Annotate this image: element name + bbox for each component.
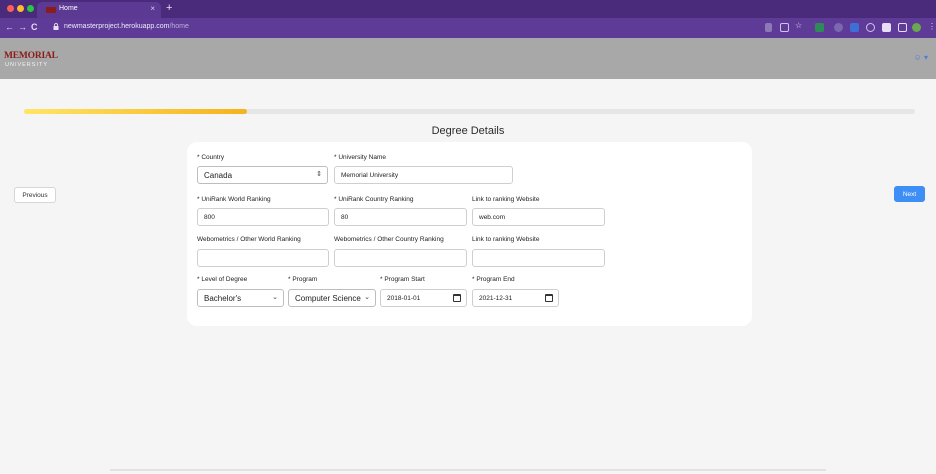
profile-avatar-icon[interactable] [912, 23, 921, 32]
program-end-date-input[interactable]: 2021-12-31 [472, 289, 559, 307]
bottom-divider [110, 469, 826, 471]
webometrics-world-label: Webometrics / Other World Ranking [197, 236, 301, 243]
previous-button[interactable]: Previous [14, 187, 56, 203]
new-tab-button[interactable]: + [166, 2, 172, 14]
app-header: MEMORIAL UNIVERSITY ☺ ▾ [0, 38, 936, 79]
url-field[interactable]: newmasterproject.herokuapp.com/home [42, 21, 642, 35]
university-name-input[interactable]: Memorial University [334, 166, 513, 184]
unirank-world-value: 800 [204, 213, 215, 221]
unirank-country-input[interactable]: 80 [334, 208, 467, 226]
browser-tab-bar: Home × + [0, 0, 936, 18]
browser-tab[interactable]: Home × [37, 2, 161, 18]
url-host: newmasterproject.herokuapp.com [64, 23, 170, 30]
unirank-world-label: * UniRank World Ranking [197, 196, 271, 203]
share-icon[interactable] [780, 23, 789, 32]
country-value: Canada [204, 170, 233, 180]
lock-icon [53, 23, 59, 30]
webometrics-country-input[interactable] [334, 249, 467, 267]
star-icon[interactable]: ☆ [795, 21, 804, 30]
unirank-country-value: 80 [341, 213, 349, 221]
memorial-university-logo[interactable]: MEMORIAL UNIVERSITY [4, 51, 58, 73]
browser-menu-icon[interactable]: ⋮ [928, 22, 936, 31]
puzzle-icon[interactable] [882, 23, 891, 32]
ranking-link-label-1: Link to ranking Website [472, 196, 540, 203]
favicon-icon [46, 7, 56, 13]
next-button[interactable]: Next [894, 186, 925, 202]
program-start-date-input[interactable]: 2018-01-01 [380, 289, 467, 307]
program-start-value: 2018-01-01 [387, 294, 421, 302]
unirank-country-label: * UniRank Country Ranking [334, 196, 414, 203]
chevron-down-icon: ⌄ [362, 293, 370, 301]
select-caret-icon: ⇕ [316, 171, 322, 178]
ranking-link-input-1[interactable]: web.com [472, 208, 605, 226]
level-of-degree-select[interactable]: Bachelor's ⌄ [197, 289, 284, 307]
level-of-degree-label: * Level of Degree [197, 276, 248, 283]
browser-address-bar: ← → C newmasterproject.herokuapp.com/hom… [0, 18, 936, 38]
progress-fill [24, 109, 247, 114]
logo-sub: UNIVERSITY [5, 62, 49, 68]
back-icon[interactable]: ← [5, 22, 14, 32]
sidebar-icon[interactable] [898, 23, 907, 32]
tab-close-icon[interactable]: × [150, 4, 155, 13]
country-label: * Country [197, 154, 225, 161]
program-end-value: 2021-12-31 [479, 294, 513, 302]
url-path: /home [169, 23, 189, 30]
ranking-link-label-2: Link to ranking Website [472, 236, 540, 243]
program-label: * Program [288, 276, 318, 283]
degree-details-card: * Country Canada ⇕ * University Name Mem… [187, 142, 752, 326]
calendar-icon[interactable] [545, 294, 553, 302]
extension-blue-icon[interactable] [850, 23, 859, 32]
webometrics-country-label: Webometrics / Other Country Ranking [334, 236, 444, 243]
extension-ring-icon[interactable] [866, 23, 875, 32]
program-select[interactable]: Computer Science ⌄ [288, 289, 376, 307]
forward-icon[interactable]: → [18, 22, 27, 32]
maximize-window-dot[interactable] [27, 5, 34, 12]
tab-title: Home [59, 5, 78, 12]
ranking-link-value-1: web.com [479, 213, 506, 221]
close-window-dot[interactable] [7, 5, 14, 12]
extension-circle-icon[interactable] [834, 23, 843, 32]
page-title: Degree Details [431, 125, 505, 137]
logo-word: MEMORIAL [4, 51, 58, 61]
extension-green-icon[interactable] [815, 23, 824, 32]
level-of-degree-value: Bachelor's [204, 293, 242, 303]
program-end-label: * Program End [472, 276, 515, 283]
country-select[interactable]: Canada ⇕ [197, 166, 328, 184]
ranking-link-input-2[interactable] [472, 249, 605, 267]
chevron-down-icon: ⌄ [272, 294, 278, 301]
university-name-label: * University Name [334, 154, 387, 161]
program-start-label: * Program Start [380, 276, 425, 283]
url-text: newmasterproject.herokuapp.com/home [64, 23, 189, 30]
minimize-window-dot[interactable] [17, 5, 24, 12]
user-menu-icon[interactable]: ☺ ▾ [914, 53, 928, 62]
program-value: Computer Science [295, 293, 361, 303]
unirank-world-input[interactable]: 800 [197, 208, 329, 226]
university-name-value: Memorial University [341, 171, 399, 179]
calendar-icon[interactable] [453, 294, 461, 302]
key-icon[interactable] [765, 23, 772, 32]
reload-icon[interactable]: C [31, 22, 38, 32]
webometrics-world-input[interactable] [197, 249, 329, 267]
progress-bar [24, 109, 915, 114]
